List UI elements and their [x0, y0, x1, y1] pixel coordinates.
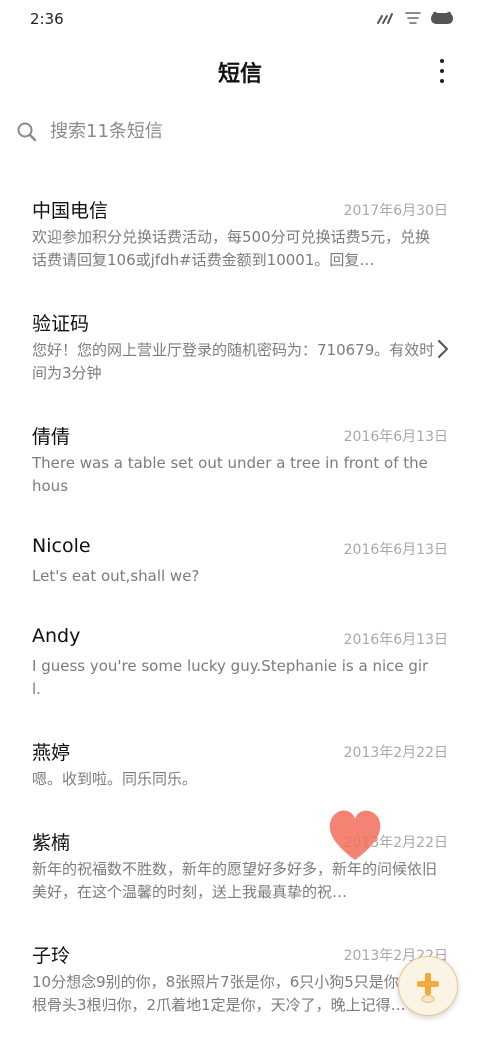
- message-date: 2016年6月13日: [343, 632, 448, 648]
- search-icon: [17, 122, 37, 142]
- message-preview: 嗯。收到啦。同乐同乐。: [32, 770, 198, 788]
- contact-name: 验证码: [32, 313, 90, 335]
- status-time: 2:36: [30, 10, 64, 28]
- message-preview: There was a table set out under a tree i…: [32, 454, 428, 495]
- status-icons: [376, 11, 454, 25]
- battery-icon: [431, 11, 453, 24]
- message-date: 2013年2月22日: [343, 745, 448, 761]
- wifi-icon: [405, 12, 421, 24]
- contact-name: Andy: [32, 625, 81, 647]
- message-date: 2016年6月13日: [343, 429, 448, 445]
- contact-name: 紫楠: [32, 832, 71, 854]
- message-preview: 您好！您的网上营业厅登录的随机密码为：710679。有效时间为3分钟: [32, 341, 435, 382]
- list-item[interactable]: 倩倩 2016年6月13日 There was a table set out …: [0, 418, 480, 518]
- message-preview: I guess you're some lucky guy.Stephanie …: [32, 657, 429, 698]
- status-bar: 2:36: [0, 0, 480, 40]
- contact-name: Nicole: [32, 535, 91, 557]
- message-date: 2013年2月22日: [343, 835, 448, 851]
- message-preview: 欢迎参加积分兑换话费活动，每500分可兑换话费5元，兑换话费请回复106或jfd…: [32, 228, 431, 269]
- message-preview: 新年的祝福数不胜数，新年的愿望好多好多，新年的问候依旧美好，在这个温馨的时刻，送…: [32, 860, 437, 901]
- contact-name: 子玲: [32, 945, 71, 967]
- signal-icon: [377, 13, 393, 24]
- message-preview: 10分想念9别的你，8张照片7张是你，6只小狗5只是你，4根骨头3根归你，2爪着…: [32, 973, 424, 1014]
- list-item[interactable]: 中国电信 2017年6月30日 欢迎参加积分兑换话费活动，每500分可兑换话费5…: [0, 192, 480, 292]
- message-date: 2017年6月30日: [343, 203, 448, 219]
- contact-name: 燕婷: [32, 742, 71, 764]
- page-title: 短信: [217, 62, 262, 87]
- list-item[interactable]: Nicole 2016年6月13日 Let's eat out,shall we…: [0, 531, 480, 631]
- more-options-button[interactable]: [432, 56, 452, 86]
- list-item[interactable]: 验证码 您好！您的网上营业厅登录的随机密码为：710679。有效时间为3分钟: [0, 305, 480, 405]
- contact-name: 倩倩: [32, 426, 71, 448]
- list-item[interactable]: Andy 2016年6月13日 I guess you're some luck…: [0, 621, 480, 721]
- more-vertical-icon: [440, 59, 444, 63]
- contact-name: 中国电信: [32, 200, 109, 222]
- message-preview: Let's eat out,shall we?: [32, 567, 200, 585]
- app-header: 短信: [0, 48, 480, 92]
- compose-button[interactable]: [398, 956, 458, 1016]
- list-item[interactable]: 燕婷 2013年2月22日 嗯。收到啦。同乐同乐。: [0, 734, 480, 834]
- search-bar: [0, 112, 480, 152]
- message-date: 2016年6月13日: [343, 542, 448, 558]
- plus-icon: [417, 973, 439, 1003]
- chevron-right-icon: [438, 340, 448, 358]
- search-input[interactable]: [50, 116, 430, 146]
- list-item[interactable]: 紫楠 2013年2月22日 新年的祝福数不胜数，新年的愿望好多好多，新年的问候依…: [0, 824, 480, 924]
